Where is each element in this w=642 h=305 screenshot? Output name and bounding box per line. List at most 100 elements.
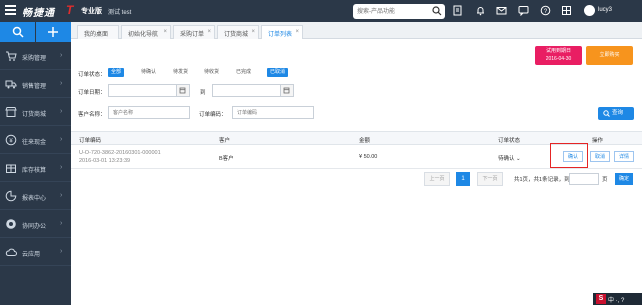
sidebar: 采购管理 › 销售管理 › 订货商城 › ¥ 往来现金 › 库存核算 › 报表中… [0,22,71,305]
close-icon[interactable]: × [295,29,299,35]
calendar-icon[interactable] [176,85,189,96]
tab-order-list[interactable]: 订单列表 × [261,25,303,39]
status-option-pending-receive[interactable]: 待收货 [201,68,222,77]
sidebar-item-office[interactable]: 协同办公 › [0,210,71,238]
sidebar-item-sales[interactable]: 销售管理 › [0,70,71,98]
order-status[interactable]: 待确认 ⌄ [498,154,521,162]
tab-label: 我的桌面 [84,32,109,38]
grid-apps-icon[interactable] [561,5,572,16]
order-code-input[interactable] [232,106,314,119]
cancel-button[interactable]: 取消 [590,151,610,162]
sidebar-item-label: 往来现金 [22,140,47,146]
sidebar-add-button[interactable] [36,22,71,42]
status-option-all[interactable]: 全部 [108,68,125,77]
ime-status: 中 ·, ? [608,298,625,304]
sidebar-item-label: 销售管理 [22,84,47,90]
date-separator: 到 [200,90,206,96]
column-header-customer: 客户 [219,138,231,144]
sidebar-item-label: 报表中心 [22,196,47,202]
detail-button[interactable]: 详情 [614,151,634,162]
truck-icon [5,80,17,89]
cart-icon [6,51,17,61]
shop-name: 测试 test [108,10,132,16]
chevron-right-icon: › [60,248,63,255]
office-icon [6,219,16,229]
buy-now-button[interactable]: 立即购买 [586,46,633,65]
calendar-icon[interactable] [280,85,293,96]
date-filter-label: 订单日期： [78,90,106,96]
sidebar-item-cash[interactable]: ¥ 往来现金 › [0,126,71,154]
avatar[interactable] [584,5,595,16]
status-option-completed[interactable]: 已完成 [233,68,254,77]
order-time: 2016-03-01 13:23:39 [79,158,131,164]
bell-icon[interactable] [475,5,486,16]
tab-init-guide[interactable]: 初始化导航 × [121,25,171,39]
trial-expire-badge: 试用到期日 2016-04-30 [535,46,582,65]
sidebar-search-button[interactable] [0,22,35,42]
column-header-amount: 金额 [359,138,371,144]
next-page-button[interactable]: 下一页 [477,172,503,186]
tab-purchase-order[interactable]: 采购订单 × [173,25,215,39]
user-name[interactable]: lucy3 [598,7,612,13]
search-icon [603,110,610,117]
order-amount: ¥ 50.00 [359,154,378,160]
page-unit-label: 页 [602,177,608,183]
tab-bar: 我的桌面 初始化导航 × 采购订单 × 订货商城 × 订单列表 × [71,22,642,39]
sidebar-item-cloud[interactable]: 云应用 › [0,238,71,266]
chevron-right-icon: › [60,192,63,199]
customer-name-input[interactable] [108,106,190,119]
order-customer: B客户 [219,156,234,162]
chevron-right-icon: › [60,136,63,143]
column-header-code: 订单编码 [79,138,102,144]
query-label: 查询 [612,110,624,116]
query-button[interactable]: 查询 [598,107,634,120]
close-icon[interactable]: × [251,29,255,35]
status-option-pending-ship[interactable]: 待发货 [170,68,191,77]
column-header-status: 订单状态 [498,138,521,144]
main-content [71,39,642,305]
current-page-button[interactable]: 1 [456,172,470,186]
ime-logo-icon: S [596,294,606,304]
money-icon: ¥ [5,134,17,146]
logo: 畅捷通 [22,8,55,19]
store-icon [5,107,17,117]
sidebar-item-inventory[interactable]: 库存核算 › [0,154,71,182]
sidebar-item-purchase[interactable]: 采购管理 › [0,42,71,70]
order-code[interactable]: U-O-720-3862-20160301-000001 [79,150,161,156]
help-icon[interactable]: ? [540,5,551,16]
ime-tray[interactable]: S 中 ·, ? [593,293,642,305]
sidebar-item-store[interactable]: 订货商城 › [0,98,71,126]
chevron-right-icon: › [60,220,63,227]
go-page-button[interactable]: 确定 [615,173,633,185]
tab-order-store[interactable]: 订货商城 × [217,25,259,39]
prev-page-button[interactable]: 上一页 [424,172,450,186]
search-icon[interactable] [432,6,442,16]
plus-icon [48,27,58,37]
mail-icon[interactable] [496,5,507,16]
menu-icon[interactable] [5,5,16,15]
svg-text:¥: ¥ [9,138,13,144]
chat-icon[interactable] [518,5,529,16]
date-start-field[interactable] [108,84,190,97]
tab-desktop[interactable]: 我的桌面 [77,25,119,39]
edition-label: 专业版 [81,8,102,15]
sidebar-item-label: 订货商城 [22,112,47,118]
sidebar-item-reports[interactable]: 报表中心 › [0,182,71,210]
close-icon[interactable]: × [207,29,211,35]
sidebar-top [0,22,71,42]
chevron-right-icon: › [60,80,63,87]
status-option-cancelled[interactable]: 已取消 [267,68,289,77]
column-header-actions: 操作 [592,138,604,144]
chevron-right-icon: › [60,108,63,115]
page-number-input[interactable] [569,173,599,185]
search-icon [12,26,24,38]
tab-label: 订单列表 [268,32,293,38]
date-end-field[interactable] [212,84,294,97]
trial-expire-date: 2016-04-30 [545,56,572,62]
document-icon[interactable] [452,5,463,16]
search-input[interactable] [357,6,429,17]
customer-filter-label: 客户名称： [78,112,106,118]
status-option-pending-confirm[interactable]: 待确认 [138,68,159,77]
close-icon[interactable]: × [163,29,167,35]
chevron-down-icon: ⌄ [516,156,521,162]
